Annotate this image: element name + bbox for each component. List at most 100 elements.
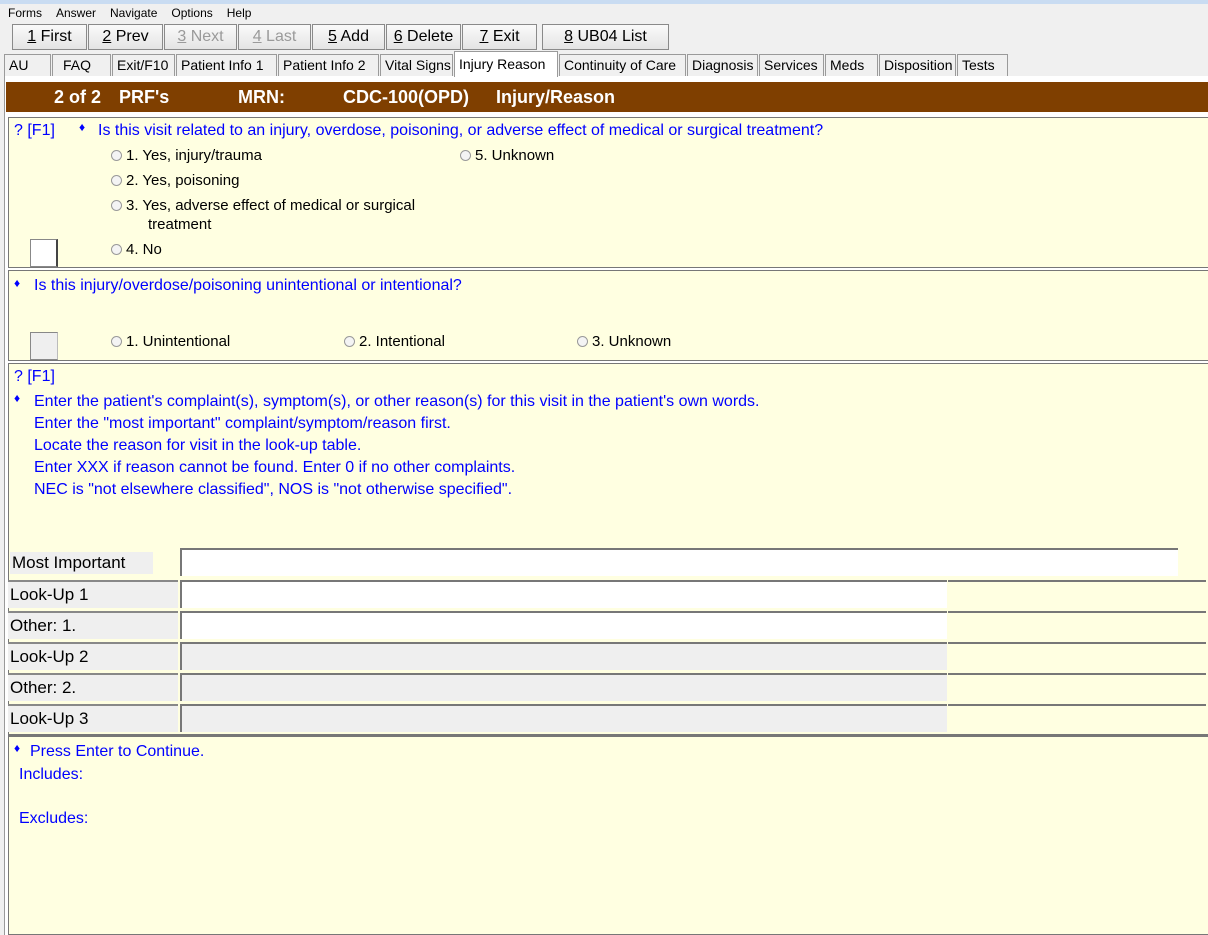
ub04-list-button[interactable]: 8 UB04 List <box>542 24 669 50</box>
help-panel: ♦ Press Enter to Continue. Includes: Exc… <box>8 735 1208 935</box>
label: First <box>36 28 72 45</box>
lookup-1-input[interactable] <box>180 580 947 608</box>
radio-circle <box>111 244 122 255</box>
tab-injury-reason[interactable]: Injury Reason <box>454 51 558 77</box>
shortcut: 5 <box>328 28 337 45</box>
tab-diagnosis[interactable]: Diagnosis <box>687 54 758 76</box>
radio-no[interactable]: 4. No <box>111 241 162 258</box>
shortcut: 4 <box>252 28 262 45</box>
diamond-icon: ♦ <box>14 276 21 290</box>
tab-vital-signs[interactable]: Vital Signs <box>380 54 453 76</box>
other-2-description <box>948 673 1206 701</box>
record-count: 2 of 2 <box>54 87 102 107</box>
option-label: 4. No <box>126 241 162 258</box>
radio-circle <box>111 200 122 211</box>
includes-label: Includes: <box>19 766 84 783</box>
menu-help[interactable]: Help <box>227 6 252 20</box>
option-label: 1. Unintentional <box>126 333 231 350</box>
instruction-line: Enter the patient's complaint(s), sympto… <box>34 393 760 410</box>
option-label: 5. Unknown <box>475 147 555 164</box>
lookup-2-label: Look-Up 2 <box>8 642 178 670</box>
option-label: 2. Intentional <box>359 333 445 350</box>
section-title: Injury/Reason <box>496 87 616 107</box>
question-intent: ♦ Is this injury/overdose/poisoning unin… <box>8 270 1208 361</box>
lookup-3-input[interactable] <box>180 704 947 732</box>
prfs-label: PRF's <box>119 87 170 107</box>
other-1-label: Other: 1. <box>8 611 178 639</box>
tab-patient-info-1[interactable]: Patient Info 1 <box>176 54 277 76</box>
answer-input[interactable] <box>30 239 58 267</box>
excludes-label: Excludes: <box>19 810 89 827</box>
instruction-line: Enter the "most important" complaint/sym… <box>34 415 451 432</box>
shortcut: 8 <box>564 28 574 45</box>
lookup-1-label: Look-Up 1 <box>8 580 178 608</box>
radio-circle <box>111 336 122 347</box>
tab-exit[interactable]: Exit/F10 <box>112 54 175 76</box>
lookup-2-input[interactable] <box>180 642 947 670</box>
record-header: 2 of 2 PRF's MRN: CDC-100(OPD) Injury/Re… <box>6 82 1208 112</box>
tab-services[interactable]: Services <box>759 54 824 76</box>
diamond-icon: ♦ <box>14 391 21 405</box>
radio-circle <box>460 150 471 161</box>
help-f1[interactable]: ? [F1] <box>14 368 55 386</box>
label: UB04 List <box>573 28 647 45</box>
menu-options[interactable]: Options <box>171 6 212 20</box>
radio-circle <box>111 175 122 186</box>
radio-yes-poisoning[interactable]: 2. Yes, poisoning <box>111 172 239 189</box>
radio-intentional[interactable]: 2. Intentional <box>344 333 445 350</box>
label: Prev <box>111 28 149 45</box>
most-important-label: Most Important <box>10 552 153 574</box>
option-label: 2. Yes, poisoning <box>126 172 240 189</box>
menu-bar: Forms Answer Navigate Options Help <box>0 4 1208 21</box>
first-button[interactable]: 1 First <box>12 24 87 50</box>
option-label: 3. Yes, adverse effect of medical or sur… <box>126 197 416 214</box>
radio-circle <box>111 150 122 161</box>
other-2-input[interactable] <box>180 673 947 701</box>
exit-button[interactable]: 7 Exit <box>462 24 537 50</box>
label: Add <box>336 28 369 45</box>
radio-unknown[interactable]: 5. Unknown <box>460 147 554 164</box>
tab-faq[interactable]: FAQ <box>52 54 111 76</box>
label: Last <box>261 28 297 45</box>
prev-button[interactable]: 2 Prev <box>88 24 163 50</box>
shortcut: 1 <box>27 28 37 45</box>
tab-meds[interactable]: Meds <box>825 54 878 76</box>
shortcut: 3 <box>177 28 187 45</box>
radio-circle <box>344 336 355 347</box>
radio-yes-injury[interactable]: 1. Yes, injury/trauma <box>111 147 262 164</box>
tab-continuity-of-care[interactable]: Continuity of Care <box>559 54 686 76</box>
radio-yes-adverse[interactable]: 3. Yes, adverse effect of medical or sur… <box>111 197 415 214</box>
tab-tests[interactable]: Tests <box>957 54 1008 76</box>
lookup-3-description <box>948 704 1206 732</box>
menu-answer[interactable]: Answer <box>56 6 96 20</box>
lookup-1-description <box>948 580 1206 608</box>
question-injury-related: ? [F1] ♦ Is this visit related to an inj… <box>8 117 1208 268</box>
other-1-description <box>948 611 1206 639</box>
mrn-value: CDC-100(OPD) <box>343 87 470 107</box>
radio-unintentional[interactable]: 1. Unintentional <box>111 333 230 350</box>
diamond-icon: ♦ <box>14 741 21 755</box>
answer-input[interactable] <box>30 332 58 360</box>
instruction-line: NEC is "not elsewhere classified", NOS i… <box>34 481 513 498</box>
add-button[interactable]: 5 Add <box>312 24 385 50</box>
diamond-icon: ♦ <box>79 120 86 134</box>
question-text: Is this injury/overdose/poisoning uninte… <box>34 277 462 294</box>
lookup-2-description <box>948 642 1206 670</box>
most-important-input[interactable] <box>180 548 1178 576</box>
tab-au[interactable]: AU <box>4 54 51 76</box>
shortcut: 2 <box>102 28 112 45</box>
menu-navigate[interactable]: Navigate <box>110 6 157 20</box>
next-button[interactable]: 3 Next <box>164 24 237 50</box>
radio-circle <box>577 336 588 347</box>
option-label: 1. Yes, injury/trauma <box>126 147 262 164</box>
help-f1[interactable]: ? [F1] <box>14 122 55 140</box>
radio-intent-unknown[interactable]: 3. Unknown <box>577 333 671 350</box>
other-1-input[interactable] <box>180 611 947 639</box>
tab-disposition[interactable]: Disposition <box>879 54 956 76</box>
option-label-cont: treatment <box>148 216 212 233</box>
tab-patient-info-2[interactable]: Patient Info 2 <box>278 54 379 76</box>
instruction-line: Locate the reason for visit in the look-… <box>34 437 362 454</box>
last-button[interactable]: 4 Last <box>238 24 311 50</box>
menu-forms[interactable]: Forms <box>8 6 42 20</box>
delete-button[interactable]: 6 Delete <box>386 24 461 50</box>
